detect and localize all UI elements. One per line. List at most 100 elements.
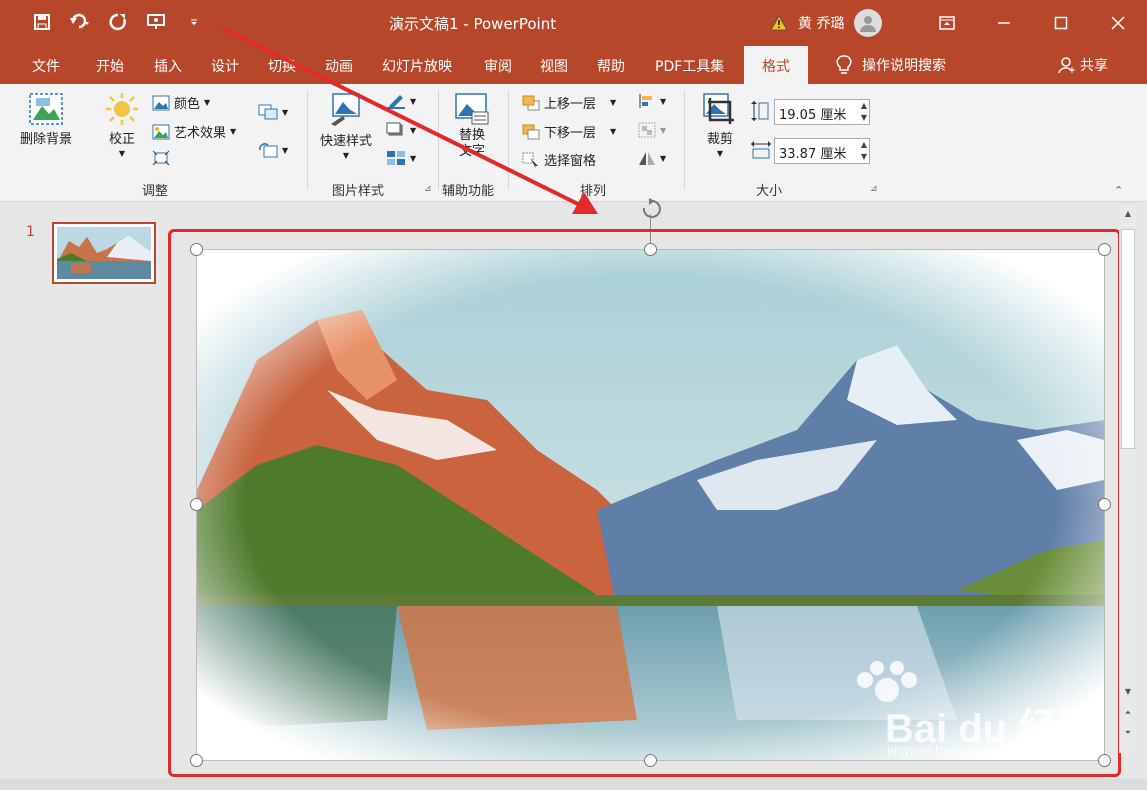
picture-styles-launcher-icon[interactable]: ⊿ bbox=[424, 184, 432, 194]
ribbon: 删除背景 校正 ▼ 颜色 ▼ 艺术效果 ▼ ▼ ▼ 调整 快速样式 ▼ ▼ ▼ bbox=[0, 84, 1147, 202]
group-icon bbox=[638, 122, 656, 138]
selection-pane-button[interactable]: 选择窗格 bbox=[522, 150, 596, 169]
share-person-icon bbox=[1058, 57, 1075, 74]
picture-layout-button[interactable]: ▼ bbox=[386, 150, 416, 166]
tab-pdf-tools[interactable]: PDF工具集 bbox=[655, 56, 724, 76]
accessibility-group-label: 辅助功能 bbox=[442, 184, 495, 199]
tab-home[interactable]: 开始 bbox=[96, 56, 124, 76]
align-button[interactable]: ▼ bbox=[638, 93, 666, 109]
shape-width-icon bbox=[751, 141, 771, 159]
tab-design[interactable]: 设计 bbox=[211, 56, 239, 76]
tab-slideshow[interactable]: 幻灯片放映 bbox=[382, 56, 452, 76]
window-controls bbox=[918, 0, 1146, 46]
maximize-icon[interactable] bbox=[1032, 0, 1089, 46]
sun-icon bbox=[106, 93, 138, 125]
tab-view[interactable]: 视图 bbox=[540, 56, 568, 76]
tab-help[interactable]: 帮助 bbox=[597, 56, 625, 76]
selection-pane-icon bbox=[522, 152, 538, 168]
height-input[interactable]: 19.05 厘米 ▲ ▼ bbox=[774, 99, 870, 125]
bring-forward-icon bbox=[522, 95, 540, 110]
size-group-label: 大小 bbox=[756, 184, 783, 199]
save-icon[interactable] bbox=[30, 10, 54, 34]
rotate-icon bbox=[639, 152, 655, 165]
height-spinner-icon[interactable]: ▲ ▼ bbox=[861, 100, 867, 124]
reset-picture-icon bbox=[259, 143, 278, 158]
undo-icon[interactable] bbox=[68, 10, 92, 34]
corrections-dropdown-icon: ▼ bbox=[118, 149, 126, 158]
align-icon bbox=[639, 94, 652, 108]
present-icon[interactable] bbox=[144, 10, 168, 34]
picture-effects-button[interactable]: ▼ bbox=[386, 122, 416, 138]
tab-review[interactable]: 审阅 bbox=[484, 56, 512, 76]
artistic-effects-button[interactable]: 艺术效果 ▼ bbox=[152, 122, 236, 141]
status-bar bbox=[0, 779, 1147, 790]
slide-number: 1 bbox=[26, 224, 35, 240]
shape-height-icon bbox=[751, 101, 769, 121]
tab-format[interactable]: 格式 bbox=[744, 46, 808, 84]
quick-access-toolbar bbox=[30, 10, 206, 34]
lightbulb-icon bbox=[836, 55, 852, 74]
user-name: 黄 乔璐 bbox=[798, 16, 845, 32]
width-input[interactable]: 33.87 厘米 ▲ ▼ bbox=[774, 138, 870, 164]
tell-me-search[interactable]: 操作说明搜索 bbox=[836, 55, 946, 75]
customize-qat-icon[interactable] bbox=[182, 10, 206, 34]
title-bar: 演示文稿1 - PowerPoint 黄 乔璐 bbox=[0, 0, 1147, 46]
highlight-box bbox=[168, 229, 1121, 777]
collapse-ribbon-icon[interactable]: ⌃ bbox=[1114, 184, 1123, 197]
quick-styles-button[interactable]: 快速样式 ▼ bbox=[320, 92, 372, 160]
vertical-scrollbar[interactable]: ▲ ▼ ⏶ ⏷ bbox=[1119, 205, 1137, 753]
window-title: 演示文稿1 - PowerPoint bbox=[389, 15, 557, 33]
quick-styles-icon bbox=[331, 93, 360, 126]
bring-forward-button[interactable]: 上移一层 ▼ bbox=[522, 93, 616, 112]
picture-color-icon bbox=[152, 95, 170, 110]
share-button[interactable]: 共享 bbox=[1058, 55, 1108, 75]
picture-layout-icon bbox=[387, 151, 405, 165]
user-area[interactable]: 黄 乔璐 bbox=[770, 9, 883, 37]
size-launcher-icon[interactable]: ⊿ bbox=[870, 184, 878, 194]
search-label: 操作说明搜索 bbox=[862, 58, 946, 74]
tab-insert[interactable]: 插入 bbox=[154, 56, 182, 76]
share-label: 共享 bbox=[1080, 58, 1108, 74]
picture-styles-group-label: 图片样式 bbox=[332, 184, 385, 199]
tab-animations[interactable]: 动画 bbox=[325, 56, 353, 76]
change-picture-button[interactable]: ▼ bbox=[258, 104, 288, 120]
redo-icon[interactable] bbox=[106, 10, 130, 34]
slide-thumbnail[interactable] bbox=[52, 222, 156, 284]
scroll-down-icon[interactable]: ▼ bbox=[1119, 683, 1137, 699]
scroll-up-icon[interactable]: ▲ bbox=[1119, 205, 1137, 221]
corrections-button[interactable]: 校正 ▼ bbox=[104, 92, 140, 158]
arrange-group-label: 排列 bbox=[580, 184, 607, 199]
picture-border-button[interactable]: ▼ bbox=[386, 93, 416, 109]
scroll-thumb[interactable] bbox=[1121, 229, 1135, 449]
group-objects-button[interactable]: ▼ bbox=[638, 122, 666, 138]
crop-button[interactable]: 裁剪 ▼ bbox=[702, 92, 738, 158]
previous-slide-icon[interactable]: ⏶ bbox=[1119, 705, 1137, 721]
reset-picture-button[interactable]: ▼ bbox=[258, 142, 288, 158]
compress-icon bbox=[152, 150, 170, 166]
menu-bar: 文件 开始 插入 设计 切换 动画 幻灯片放映 审阅 视图 帮助 PDF工具集 … bbox=[0, 46, 1147, 84]
avatar[interactable] bbox=[854, 9, 883, 37]
pen-icon bbox=[387, 95, 405, 109]
crop-icon bbox=[703, 93, 734, 124]
compress-pictures-button[interactable] bbox=[152, 150, 170, 166]
tab-transitions[interactable]: 切换 bbox=[268, 56, 296, 76]
tab-file[interactable]: 文件 bbox=[32, 56, 60, 76]
slide-thumbnails-pane: 1 bbox=[0, 202, 180, 790]
width-spinner-icon[interactable]: ▲ ▼ bbox=[861, 139, 867, 163]
send-backward-icon bbox=[522, 124, 540, 139]
ribbon-display-icon[interactable] bbox=[918, 0, 975, 46]
rotate-handle-icon[interactable] bbox=[638, 198, 666, 220]
alt-text-icon bbox=[455, 93, 489, 125]
minimize-icon[interactable] bbox=[975, 0, 1032, 46]
next-slide-icon[interactable]: ⏷ bbox=[1119, 725, 1137, 741]
rotate-button[interactable]: ▼ bbox=[638, 150, 666, 166]
alt-text-button[interactable]: 替换文字 bbox=[454, 92, 490, 160]
effects-icon bbox=[386, 122, 403, 136]
send-backward-button[interactable]: 下移一层 ▼ bbox=[522, 122, 616, 141]
remove-background-icon bbox=[29, 93, 63, 125]
remove-background-button[interactable]: 删除背景 bbox=[20, 92, 72, 147]
warning-icon bbox=[770, 15, 788, 31]
color-button[interactable]: 颜色 ▼ bbox=[152, 93, 210, 112]
adjust-group-label: 调整 bbox=[142, 184, 169, 199]
close-icon[interactable] bbox=[1089, 0, 1146, 46]
